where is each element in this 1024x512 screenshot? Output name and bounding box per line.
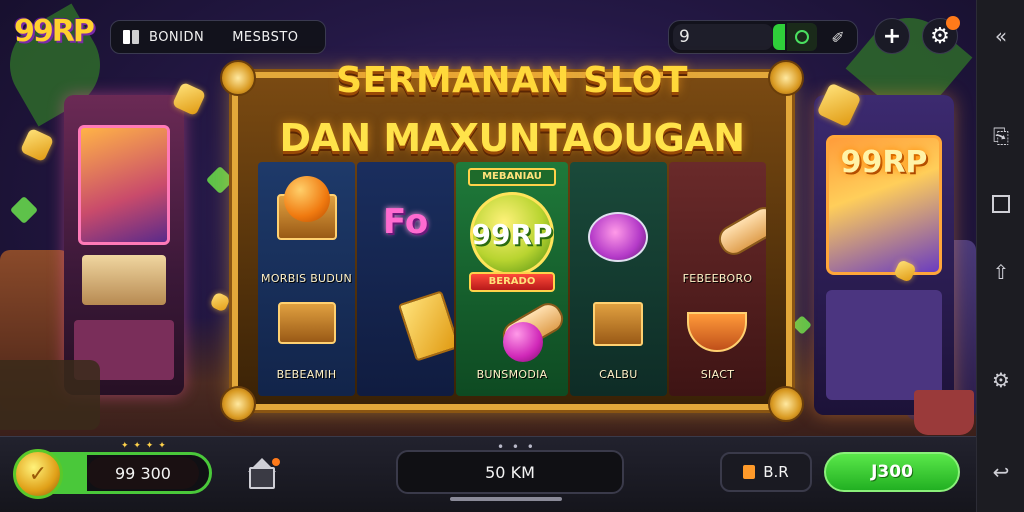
reel-5: FEBEEBORO SIACT [668, 162, 767, 396]
reel-4: CALBU [569, 162, 667, 396]
coin-icon: ✓ [13, 449, 63, 499]
login-icon: ⎘ [993, 124, 1009, 148]
pin-icon: ✐ [831, 27, 845, 47]
frame-corner-ornament [220, 386, 256, 422]
reel-1: MORBIS BUDUN BEBEAMIH [258, 162, 356, 396]
nav-pill: BONIDN MESBSTO [110, 20, 326, 54]
balance-display[interactable]: ✓ ✦ ✦ ✦ ✦ 99 300 [13, 441, 212, 499]
symbol-caption: FEBEEBORO [682, 272, 753, 285]
house-body [249, 467, 275, 489]
cabinet-logo-text: 99RP [840, 145, 928, 180]
treasure-crate-symbol [593, 302, 644, 346]
symbol-caption: SIACT [700, 368, 735, 381]
refresh-icon [795, 30, 809, 44]
settings-cog-button[interactable]: ⚙ [977, 362, 1024, 398]
auto-spin-button[interactable]: B.R [720, 452, 812, 492]
plant-pot-decoration [914, 390, 974, 435]
collapse-button[interactable]: « [977, 18, 1024, 54]
search-indicator [773, 24, 785, 50]
symbol-caption: BUNSMODIA [476, 368, 548, 381]
symbol-caption: MORBIS BUDUN [261, 272, 353, 285]
reel-2: Fo [357, 162, 455, 396]
fruit-bowl-symbol [687, 312, 748, 352]
nav-item-messages[interactable]: MESBSTO [232, 30, 298, 45]
home-button[interactable] [242, 452, 282, 492]
share-icon: ⇧ [992, 260, 1010, 284]
double-chevron-left-icon: « [994, 24, 1008, 48]
share-button[interactable]: ⇧ [977, 254, 1024, 290]
floating-coin [209, 291, 231, 313]
login-button[interactable]: ⎘ [977, 118, 1024, 154]
search-bar: 9 ✐ [668, 20, 858, 54]
book-icon [123, 30, 139, 44]
add-funds-button[interactable]: + [874, 18, 910, 54]
back-button[interactable]: ↩ [977, 454, 1024, 490]
game-title-line-2: DAN MAXUNTAOUGAN [279, 116, 745, 160]
spin-button[interactable]: J300 [824, 452, 960, 492]
floating-gem [9, 195, 39, 225]
gold-bar-symbol [397, 290, 455, 362]
symbol-caption: CALBU [599, 368, 638, 381]
99rp-coin-symbol: 99RP [470, 192, 555, 276]
auto-label: B.R [763, 463, 789, 481]
scroll-symbol [714, 202, 767, 260]
frame-corner-ornament [220, 60, 256, 96]
dynamite-crate-symbol [277, 302, 336, 344]
frame-corner-ornament [768, 60, 804, 96]
game-title-line-1: SERMANAN SLOT [336, 60, 688, 101]
pink-orb-symbol [503, 322, 544, 362]
home-badge [272, 458, 280, 466]
settings-cog-icon: ⚙ [992, 368, 1010, 392]
sparkle-decoration: ✦ ✦ ✦ ✦ [121, 441, 167, 451]
reel-grid[interactable]: MORBIS BUDUN BEBEAMIH Fo MEBANIAU 99RP B… [258, 162, 767, 396]
symbol-caption: BEBEAMIH [276, 368, 337, 381]
pin-button[interactable]: ✐ [823, 23, 853, 51]
plus-icon: + [882, 23, 902, 49]
window-button[interactable] [977, 186, 1024, 222]
floating-coin [19, 127, 55, 163]
floating-gem [205, 165, 235, 195]
arcade-cabinet-99rp: 99RP [814, 95, 954, 415]
balance-value: 99 300 [87, 457, 199, 489]
fo-symbol: Fo [383, 202, 429, 242]
bet-amount[interactable]: 50 KM [396, 450, 624, 494]
square-icon [992, 195, 1010, 213]
red-banner: BERADO [469, 272, 556, 292]
orange-fruit-symbol [283, 176, 330, 222]
reel-3: MEBANIAU 99RP BERADO BUNSMODIA [456, 162, 568, 396]
notification-badge [946, 16, 960, 30]
nav-item-bonus[interactable]: BONIDN [149, 30, 204, 45]
search-input[interactable]: 9 [673, 24, 773, 50]
frame-corner-ornament [768, 386, 804, 422]
system-side-nav: « ⎘ ⇧ ⚙ ↩ [976, 0, 1024, 512]
basket-decoration [0, 360, 100, 430]
gesture-home-bar[interactable] [450, 497, 562, 501]
arcade-cabinet [64, 95, 184, 395]
coin-text: 99RP [471, 217, 553, 251]
reel-banner: MEBANIAU [468, 168, 557, 186]
refresh-button[interactable] [787, 23, 817, 51]
auto-icon [743, 465, 756, 479]
app-logo[interactable]: 99RP [14, 14, 95, 49]
pink-disc-symbol [588, 212, 649, 262]
back-arrow-icon: ↩ [992, 460, 1010, 484]
